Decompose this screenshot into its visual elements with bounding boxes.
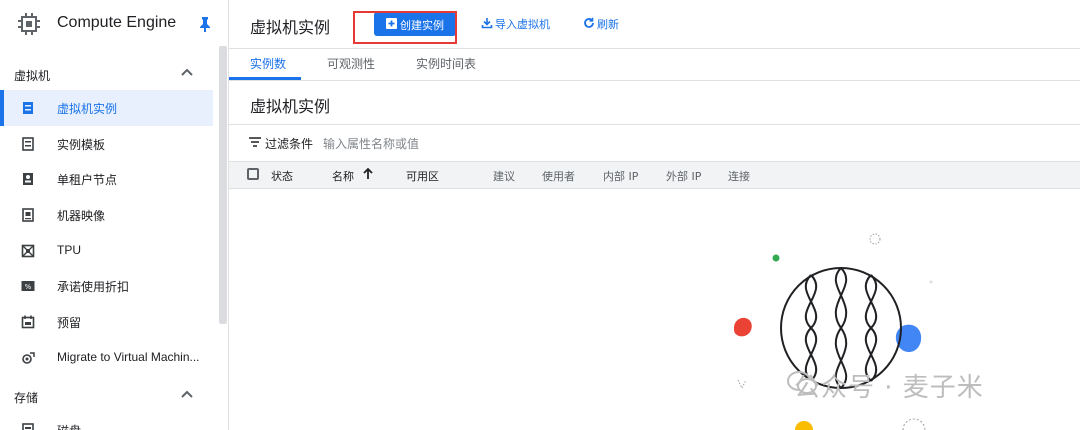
sidebar-item-label: 实例模板 xyxy=(57,138,106,152)
sidebar-item-disks[interactable]: 磁盘 xyxy=(0,412,213,430)
sidebar-item-reservations[interactable]: 预留 xyxy=(0,304,213,340)
migrate-icon xyxy=(22,352,35,364)
product-name: Compute Engine xyxy=(57,14,177,31)
sidebar-item-label: Migrate to Virtual Machin... xyxy=(57,350,200,364)
tab-bar: 实例数 可观测性 实例时间表 xyxy=(229,48,1080,81)
column-header-connect[interactable]: 连接 xyxy=(728,168,750,184)
instance-template-icon xyxy=(22,137,34,151)
chevron-up-icon xyxy=(181,390,193,398)
reservation-icon xyxy=(21,315,35,329)
sidebar-item-label: 虚拟机实例 xyxy=(57,102,118,116)
sidebar-scrollbar[interactable] xyxy=(218,46,228,324)
sidebar-item-migrate-to-vm[interactable]: Migrate to Virtual Machin... xyxy=(0,340,213,376)
machine-image-icon xyxy=(22,208,34,222)
download-icon xyxy=(481,18,493,29)
sort-ascending-icon[interactable] xyxy=(362,167,374,180)
section-header-vm[interactable]: 虚拟机 xyxy=(0,56,218,92)
product-header: Compute Engine xyxy=(0,0,228,48)
section-header-storage[interactable]: 存储 xyxy=(0,378,218,414)
sole-tenant-node-icon xyxy=(23,173,33,185)
filter-bar[interactable]: 过滤条件 输入属性名称或值 xyxy=(229,125,1080,161)
sidebar-item-label: TPU xyxy=(57,243,81,257)
svg-text:%: % xyxy=(25,283,32,291)
column-header-name[interactable]: 名称 xyxy=(332,168,354,184)
import-vm-label: 导入虚拟机 xyxy=(495,18,550,31)
section-title: 虚拟机 xyxy=(14,69,51,83)
filter-input[interactable]: 输入属性名称或值 xyxy=(323,135,419,152)
refresh-label: 刷新 xyxy=(597,18,619,31)
topbar: 虚拟机实例 创建实例 导入虚拟机 刷新 xyxy=(229,0,1080,49)
create-instance-button[interactable]: 创建实例 xyxy=(374,12,456,36)
sidebar-item-label: 磁盘 xyxy=(57,422,81,430)
watermark: 公众号 · 麦子米 xyxy=(794,373,984,403)
column-header-recommendation[interactable]: 建议 xyxy=(493,168,515,184)
sidebar-item-label: 预留 xyxy=(57,316,82,330)
refresh-icon xyxy=(584,17,594,28)
tab-observability[interactable]: 可观测性 xyxy=(327,55,375,72)
column-header-zone[interactable]: 可用区 xyxy=(406,168,439,184)
filter-label: 过滤条件 xyxy=(265,137,314,151)
column-header-status[interactable]: 状态 xyxy=(271,168,293,184)
sidebar-item-machine-images[interactable]: 机器映像 xyxy=(0,197,213,233)
add-box-icon xyxy=(386,18,397,29)
tab-instances[interactable]: 实例数 xyxy=(250,55,286,72)
active-tab-indicator xyxy=(229,77,301,80)
sidebar-item-label: 单租户节点 xyxy=(57,173,118,187)
page-title: 虚拟机实例 xyxy=(250,18,331,37)
pin-icon[interactable] xyxy=(199,16,211,32)
compute-engine-chip-icon xyxy=(18,13,40,35)
table-header: 状态 名称 可用区 建议 使用者 内部 IP 外部 IP 连接 xyxy=(229,161,1080,189)
committed-use-discount-icon: % xyxy=(21,281,35,291)
disk-icon xyxy=(22,423,34,430)
tpu-icon xyxy=(21,244,35,258)
select-all-checkbox[interactable] xyxy=(247,168,259,180)
section-title: 存储 xyxy=(14,391,39,405)
filter-icon xyxy=(249,137,261,147)
sidebar-item-label: 承诺使用折扣 xyxy=(57,280,130,294)
column-header-in-use-by[interactable]: 使用者 xyxy=(542,168,575,184)
sidebar-item-label: 机器映像 xyxy=(57,209,106,223)
column-header-internal-ip[interactable]: 内部 IP xyxy=(603,168,638,184)
column-header-external-ip[interactable]: 外部 IP xyxy=(666,168,701,184)
section-title: 虚拟机实例 xyxy=(250,97,331,116)
vm-instance-icon xyxy=(23,102,33,114)
sidebar-item-tpu[interactable]: TPU xyxy=(0,233,213,269)
sidebar-item-sole-tenant-nodes[interactable]: 单租户节点 xyxy=(0,161,213,197)
chevron-up-icon xyxy=(181,68,193,76)
sidebar-item-vm-instances[interactable]: 虚拟机实例 xyxy=(0,90,213,126)
main-content: 虚拟机实例 创建实例 导入虚拟机 刷新 实例数 可观测性 实例时间表 虚拟机实例… xyxy=(229,0,1080,430)
sidebar: Compute Engine 虚拟机 虚拟机实例 实例模板 单租户节点 机器映像… xyxy=(0,0,229,430)
tab-instance-schedules[interactable]: 实例时间表 xyxy=(416,55,476,72)
sidebar-scrollbar-thumb[interactable] xyxy=(219,46,227,324)
create-instance-label: 创建实例 xyxy=(400,19,444,32)
sidebar-item-committed-use-discounts[interactable]: % 承诺使用折扣 xyxy=(0,268,213,304)
sidebar-item-instance-templates[interactable]: 实例模板 xyxy=(0,126,213,162)
